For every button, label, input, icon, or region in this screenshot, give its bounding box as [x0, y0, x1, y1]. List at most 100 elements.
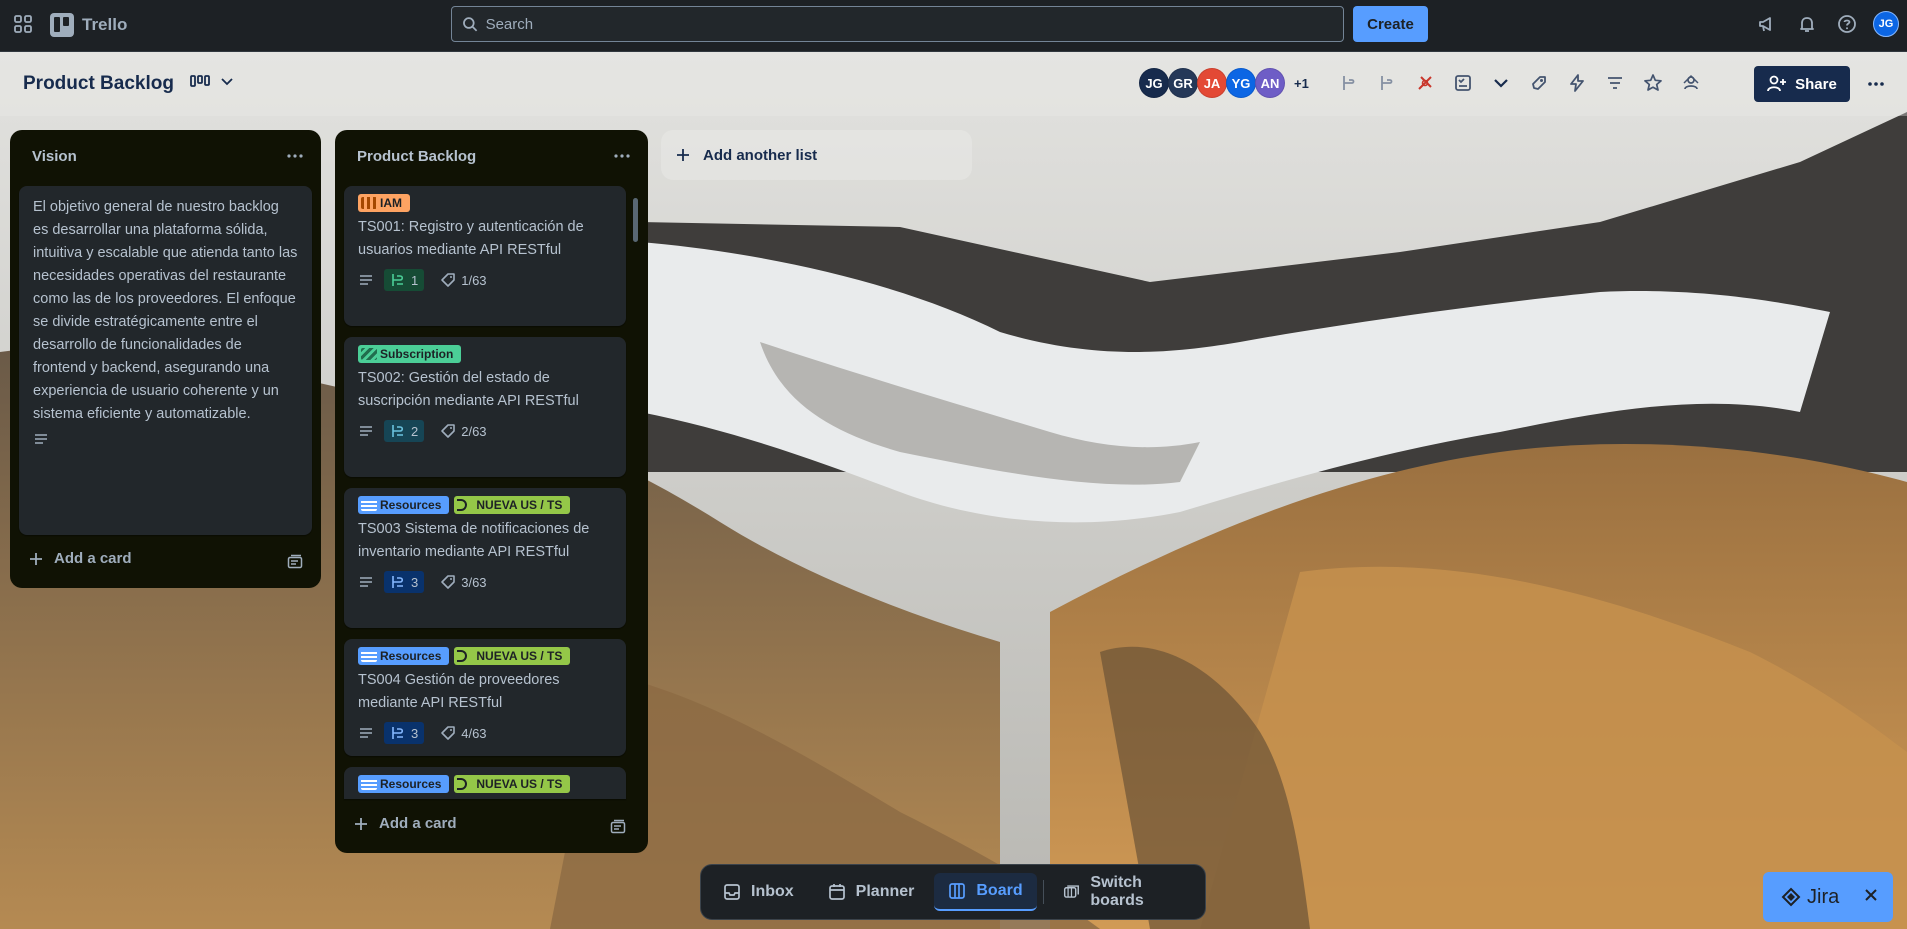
power-up-button[interactable]	[1374, 70, 1400, 96]
app-switcher-button[interactable]	[8, 8, 38, 40]
template-icon	[287, 554, 303, 569]
card[interactable]: Subscription TS002: Gestión del estado d…	[344, 337, 626, 477]
card-label[interactable]: NUEVA US / TS	[454, 647, 571, 665]
help-button[interactable]	[1833, 10, 1861, 38]
board-menu-button[interactable]	[1862, 70, 1890, 98]
jira-label: Jira	[1807, 885, 1840, 908]
card-label[interactable]: Resources	[358, 775, 450, 793]
visibility-button[interactable]	[1678, 70, 1704, 96]
card-label[interactable]: NUEVA US / TS	[454, 775, 571, 793]
power-up-button[interactable]	[1336, 70, 1362, 96]
member-avatar[interactable]: GR	[1168, 68, 1198, 98]
member-avatar[interactable]: AN	[1255, 68, 1285, 98]
list-vision: Vision El objetivo general de nuestro ba…	[10, 130, 321, 588]
star-icon	[1644, 74, 1662, 91]
add-card-button[interactable]: Add a card	[353, 815, 457, 832]
grid-icon	[14, 15, 32, 33]
search-icon	[463, 17, 478, 32]
card-description: El objetivo general de nuestro backlog e…	[33, 199, 298, 422]
board-view-switcher[interactable]	[190, 74, 234, 88]
description-icon	[360, 275, 372, 285]
board-view-icon	[190, 75, 210, 87]
list-title[interactable]: Vision	[32, 148, 77, 165]
member-avatar[interactable]: JG	[1139, 68, 1169, 98]
list-title[interactable]: Product Backlog	[357, 148, 476, 165]
notifications-button[interactable]	[1793, 10, 1821, 38]
more-icon	[287, 154, 303, 158]
user-avatar[interactable]: JG	[1873, 11, 1899, 37]
card-title: TS001: Registro y autenticación de usuar…	[358, 219, 584, 258]
share-button[interactable]: Share	[1754, 66, 1850, 102]
subtasks-badge: 3	[384, 722, 425, 744]
announcement-button[interactable]	[1753, 10, 1781, 38]
list-menu-button[interactable]	[610, 144, 634, 168]
add-card-button[interactable]: Add a card	[28, 550, 132, 567]
close-icon[interactable]	[1863, 887, 1879, 903]
filter-icon	[1608, 77, 1622, 89]
branch-icon	[1381, 76, 1393, 90]
board-members[interactable]: JG GR JA YG AN +1	[1139, 68, 1309, 98]
help-icon	[1838, 15, 1856, 33]
add-person-icon	[1767, 75, 1787, 92]
card[interactable]: Resources NUEVA US / TS	[344, 767, 626, 799]
board-title[interactable]: Product Backlog	[23, 73, 174, 95]
card-title: TS004 Gestión de proveedores mediante AP…	[358, 672, 560, 711]
branch-icon	[392, 274, 404, 286]
subtasks-badge: 1	[384, 269, 425, 291]
nav-planner[interactable]: Planner	[814, 873, 929, 911]
card-label[interactable]: Subscription	[358, 345, 462, 363]
card[interactable]: IAM TS001: Registro y autenticación de u…	[344, 186, 626, 326]
card-label[interactable]: Resources	[358, 647, 450, 665]
lightning-icon	[1570, 74, 1584, 92]
search-box[interactable]	[451, 6, 1344, 42]
checklist-power-up-button[interactable]	[1450, 70, 1476, 96]
chevron-down-icon	[1494, 79, 1508, 88]
nav-board[interactable]: Board	[934, 873, 1037, 911]
member-avatar[interactable]: YG	[1226, 68, 1256, 98]
list-menu-button[interactable]	[283, 144, 307, 168]
card-label[interactable]: Resources	[358, 496, 450, 514]
filter-button[interactable]	[1602, 70, 1628, 96]
rocket-icon	[1532, 76, 1546, 90]
nav-divider	[1042, 880, 1044, 904]
nav-switch-boards[interactable]: Switch boards	[1049, 873, 1197, 911]
checklist-badge: 4/63	[434, 722, 492, 744]
jira-widget[interactable]: Jira	[1763, 872, 1893, 922]
create-from-template-button[interactable]	[286, 553, 304, 571]
card[interactable]: El objetivo general de nuestro backlog e…	[19, 186, 312, 535]
branch-icon	[392, 576, 404, 588]
automation-button[interactable]	[1564, 70, 1590, 96]
app-name: Trello	[82, 15, 128, 34]
add-list-button[interactable]: Add another list	[661, 130, 972, 180]
search-input[interactable]	[485, 15, 1343, 33]
share-label: Share	[1795, 75, 1837, 93]
star-button[interactable]	[1640, 70, 1666, 96]
tag-icon	[441, 273, 456, 287]
board-icon	[949, 883, 966, 899]
create-button[interactable]: Create	[1353, 6, 1428, 42]
add-list-label: Add another list	[703, 146, 818, 164]
extra-members-count[interactable]: +1	[1294, 76, 1309, 91]
create-from-template-button[interactable]	[609, 818, 627, 836]
card[interactable]: Resources NUEVA US / TS TS004 Gestión de…	[344, 639, 626, 756]
power-up-button[interactable]	[1412, 70, 1438, 96]
expand-power-ups-button[interactable]	[1488, 70, 1514, 96]
tag-icon	[441, 726, 456, 740]
list-scrollbar[interactable]	[633, 198, 638, 242]
nav-inbox[interactable]: Inbox	[709, 873, 808, 911]
power-ups-button[interactable]	[1526, 70, 1552, 96]
checklist-badge: 2/63	[434, 420, 492, 442]
card-label[interactable]: IAM	[358, 194, 410, 212]
more-icon	[614, 154, 630, 158]
jira-icon	[1781, 887, 1801, 907]
card-title: TS002: Gestión del estado de suscripción…	[358, 370, 579, 409]
member-avatar[interactable]: JA	[1197, 68, 1227, 98]
checklist-icon	[1455, 75, 1471, 91]
description-icon	[360, 577, 372, 587]
trello-logo[interactable]: Trello	[50, 10, 127, 40]
card[interactable]: Resources NUEVA US / TS TS003 Sistema de…	[344, 488, 626, 628]
card-label[interactable]: NUEVA US / TS	[454, 496, 571, 514]
team-icon	[1683, 74, 1699, 90]
branch-icon	[392, 727, 404, 739]
inbox-icon	[724, 884, 740, 900]
